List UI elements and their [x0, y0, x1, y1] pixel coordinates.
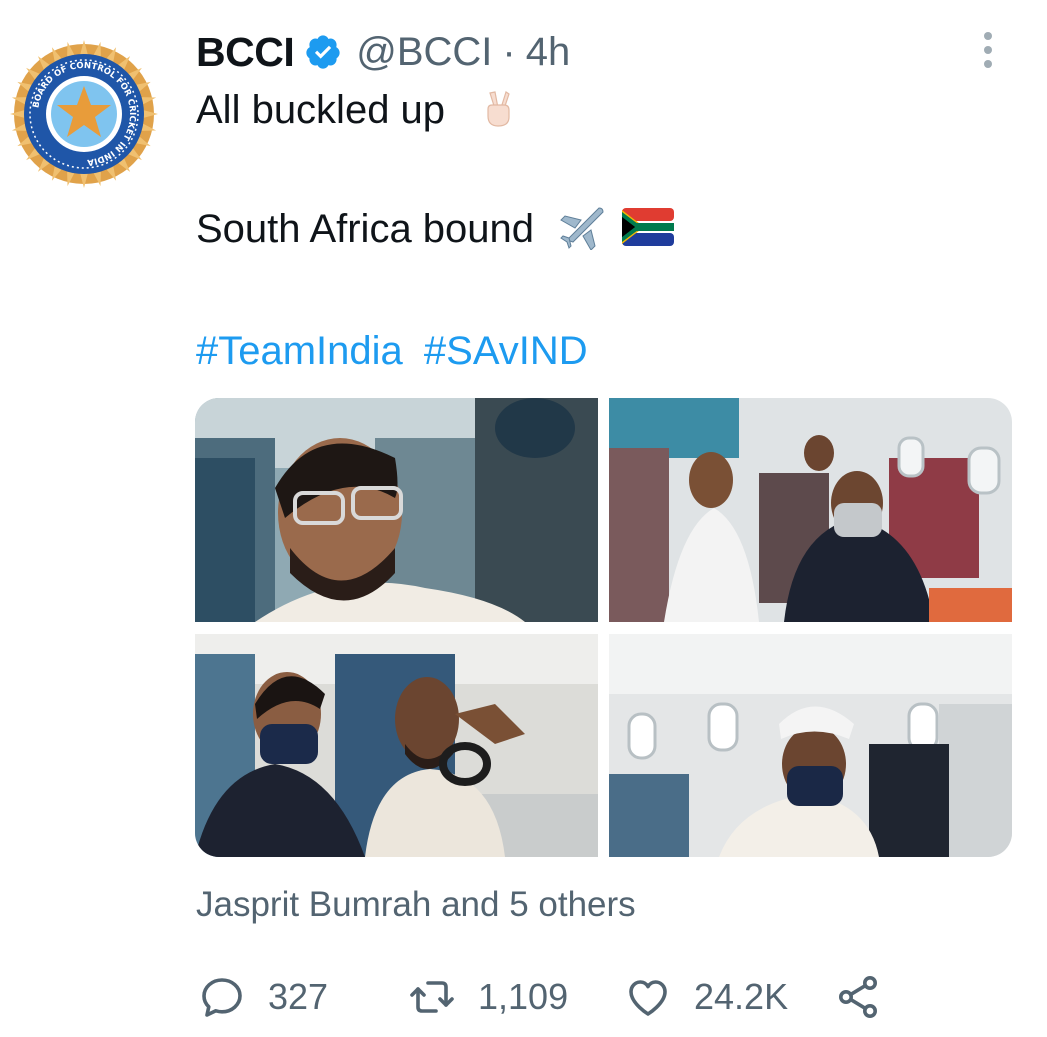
- photo-1-image: [195, 398, 598, 622]
- header-separator: ·: [502, 29, 516, 74]
- tweet-text-line-1: All buckled up: [196, 88, 520, 133]
- airplane-emoji-icon: [560, 207, 604, 251]
- author-name[interactable]: BCCI: [196, 29, 295, 76]
- more-vertical-icon: [984, 32, 992, 68]
- avatar[interactable]: BOARD OF CONTROL FOR CRICKET IN INDIA: [8, 38, 160, 190]
- victory-hand-emoji-icon: [487, 91, 510, 128]
- tweet-timestamp[interactable]: 4h: [526, 30, 571, 75]
- photo-2-image: [609, 398, 1012, 622]
- retweet-icon: [410, 981, 454, 1013]
- tweet-header: BCCI @BCCI · 4h: [196, 26, 570, 78]
- photo-1[interactable]: [195, 398, 598, 622]
- reply-button[interactable]: 327: [198, 972, 328, 1022]
- share-icon: [839, 976, 877, 1018]
- verified-badge-icon: [306, 35, 340, 69]
- hashtags: #TeamIndia #SAvIND: [196, 329, 588, 374]
- reply-count: 327: [268, 976, 329, 1017]
- like-button[interactable]: 24.2K: [624, 972, 788, 1022]
- heart-icon: [629, 980, 667, 1016]
- photo-4[interactable]: [609, 634, 1012, 857]
- more-options-button[interactable]: [978, 30, 998, 70]
- share-button[interactable]: [834, 972, 882, 1022]
- tagged-users[interactable]: Jasprit Bumrah and 5 others: [196, 885, 636, 925]
- south-africa-flag-icon: [622, 208, 675, 247]
- retweet-button[interactable]: 1,109: [408, 972, 568, 1022]
- media-grid: [195, 398, 1012, 857]
- tweet-text-1: All buckled up: [196, 88, 446, 132]
- photo-3-image: [195, 634, 598, 857]
- bcci-logo-icon: BOARD OF CONTROL FOR CRICKET IN INDIA: [10, 40, 158, 188]
- photo-3[interactable]: [195, 634, 598, 857]
- hashtag-savind[interactable]: #SAvIND: [424, 329, 588, 373]
- photo-2[interactable]: [609, 398, 1012, 622]
- photo-4-image: [609, 634, 1012, 857]
- tweet-text-2: South Africa bound: [196, 207, 535, 251]
- hashtag-teamindia[interactable]: #TeamIndia: [196, 329, 403, 373]
- tweet-actions: 327 1,109 24.2K: [198, 972, 898, 1022]
- reply-icon: [202, 978, 242, 1017]
- retweet-count: 1,109: [478, 976, 569, 1017]
- tweet-text-line-2: South Africa bound: [196, 207, 675, 252]
- like-count: 24.2K: [694, 976, 789, 1017]
- author-handle[interactable]: @BCCI: [356, 30, 492, 75]
